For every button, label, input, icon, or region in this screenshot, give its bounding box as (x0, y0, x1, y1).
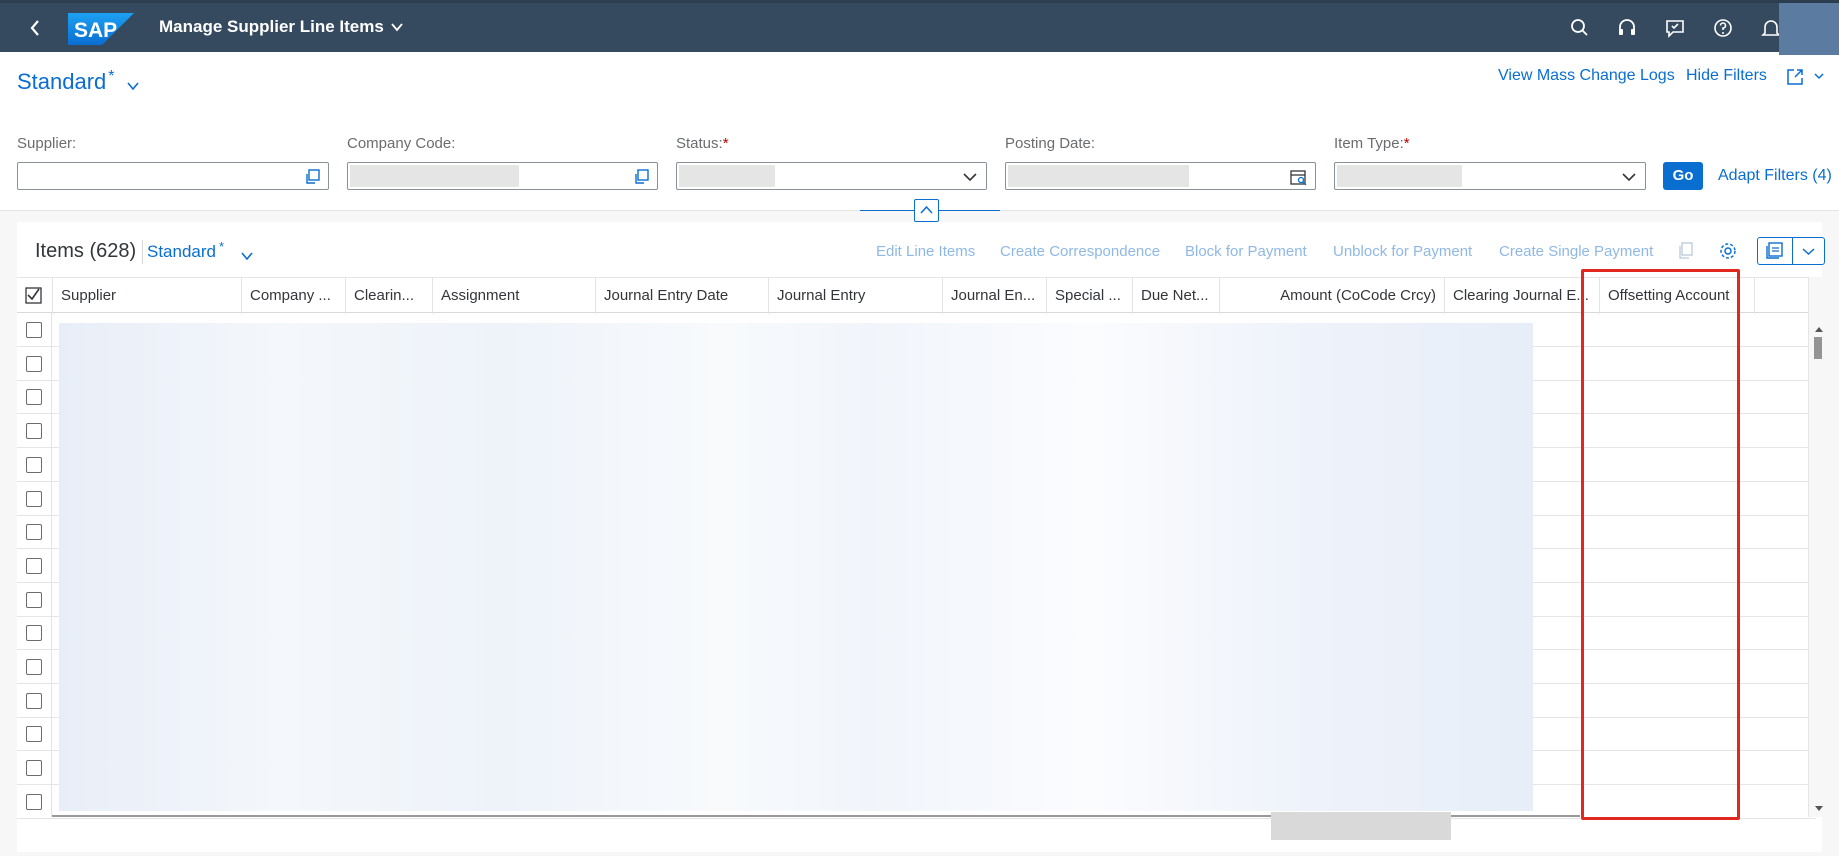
block-for-payment-button[interactable]: Block for Payment (1185, 243, 1307, 260)
create-correspondence-button[interactable]: Create Correspondence (1000, 243, 1160, 260)
chevron-down-icon[interactable] (126, 78, 140, 96)
row-checkbox[interactable] (26, 625, 42, 642)
export-icon (1766, 242, 1783, 259)
avatar[interactable] (1779, 3, 1839, 55)
column-header-journal-entry-date[interactable]: Journal Entry Date (596, 278, 769, 314)
chevron-down-icon[interactable] (390, 20, 404, 39)
headset-icon[interactable] (1616, 17, 1638, 39)
share-icon[interactable] (1785, 67, 1825, 92)
highlight-box (1581, 269, 1740, 820)
company-code-input[interactable] (347, 162, 658, 190)
collapse-header-button[interactable] (914, 199, 939, 222)
variant-management[interactable]: Standard * (17, 68, 115, 95)
logo-text: SAP (74, 19, 117, 42)
search-icon[interactable] (1569, 17, 1591, 39)
scroll-down-icon[interactable] (1814, 800, 1824, 818)
row-checkbox[interactable] (26, 726, 42, 743)
value-help-icon[interactable] (633, 169, 649, 190)
column-header-journal-entry[interactable]: Journal Entry (769, 278, 943, 314)
gear-icon[interactable] (1718, 241, 1738, 266)
horizontal-scroll-thumb[interactable] (1271, 812, 1451, 840)
chevron-down-icon[interactable] (240, 248, 254, 266)
copy-icon[interactable] (1678, 242, 1694, 265)
go-button[interactable]: Go (1663, 162, 1703, 190)
vertical-scroll-thumb[interactable] (1814, 337, 1822, 359)
variant-modified-marker: * (108, 68, 115, 85)
column-header-clearing-journal-entry[interactable]: Clearing Journal E... (1445, 278, 1600, 314)
help-icon[interactable] (1712, 17, 1734, 39)
masked-value (1008, 165, 1189, 187)
company-code-label: Company Code: (347, 135, 456, 152)
row-checkbox[interactable] (26, 793, 42, 810)
row-checkbox[interactable] (26, 490, 42, 507)
supplier-label: Supplier: (17, 135, 77, 152)
masked-value (1337, 165, 1462, 187)
variant-name: Standard (17, 69, 107, 94)
column-header-assignment[interactable]: Assignment (433, 278, 596, 314)
row-checkbox[interactable] (26, 322, 42, 338)
masked-value (350, 165, 519, 187)
required-marker: * (1403, 135, 1410, 152)
view-mass-change-logs-link[interactable]: View Mass Change Logs (1498, 67, 1675, 85)
export-menu-button[interactable] (1792, 237, 1825, 265)
hide-filters-link[interactable]: Hide Filters (1686, 67, 1767, 85)
divider (142, 240, 143, 264)
row-checkbox[interactable] (26, 659, 42, 675)
row-checkbox[interactable] (26, 591, 42, 608)
chevron-down-icon[interactable] (962, 169, 978, 190)
app-title[interactable]: Manage Supplier Line Items (159, 17, 384, 37)
masked-table-content (59, 323, 1533, 811)
shell-bar: SAP Manage Supplier Line Items (0, 0, 1839, 55)
unblock-for-payment-button[interactable]: Unblock for Payment (1333, 243, 1472, 260)
column-header-due-net[interactable]: Due Net... (1133, 278, 1220, 314)
row-checkbox[interactable] (26, 692, 42, 709)
supplier-input[interactable] (17, 162, 329, 190)
item-type-label: Item Type:* (1334, 135, 1410, 152)
table-header: Supplier Company ... Clearin... Assignme… (17, 277, 1816, 314)
variant-modified-marker: * (219, 239, 225, 254)
column-header-journal-entry-type[interactable]: Journal En... (943, 278, 1047, 314)
masked-value (679, 165, 775, 187)
table-variant-name: Standard (147, 242, 216, 261)
chevron-up-icon (920, 205, 933, 214)
row-checkbox[interactable] (26, 355, 42, 372)
adapt-filters-link[interactable]: Adapt Filters (4) (1718, 167, 1832, 185)
select-all-cell[interactable] (17, 278, 53, 314)
row-checkbox[interactable] (26, 760, 42, 777)
column-header-amount[interactable]: Amount (CoCode Crcy) (1220, 278, 1445, 314)
feedback-icon[interactable] (1664, 17, 1686, 39)
row-checkbox[interactable] (26, 423, 42, 440)
line-items-table: Supplier Company ... Clearin... Assignme… (17, 277, 1816, 819)
row-checkbox[interactable] (26, 524, 42, 541)
column-header-company-code[interactable]: Company ... (242, 278, 346, 314)
chevron-down-icon (1802, 248, 1815, 256)
row-checkbox[interactable] (26, 456, 42, 473)
row-checkbox[interactable] (26, 389, 42, 406)
posting-date-label: Posting Date: (1005, 135, 1096, 152)
column-header-clearing[interactable]: Clearin... (346, 278, 433, 314)
column-header-special-gl[interactable]: Special ... (1047, 278, 1133, 314)
posting-date-input[interactable] (1005, 162, 1316, 190)
required-marker: * (722, 135, 729, 152)
sap-logo[interactable]: SAP (68, 13, 134, 45)
select-all-checkbox-icon (25, 287, 42, 304)
table-variant-management[interactable]: Standard * (147, 239, 225, 262)
back-icon[interactable] (28, 17, 48, 39)
create-single-payment-button[interactable]: Create Single Payment (1499, 243, 1653, 260)
row-checkbox[interactable] (26, 557, 42, 574)
status-select[interactable] (676, 162, 987, 190)
status-label: Status:* (676, 135, 729, 152)
table-title: Items (628) (35, 240, 137, 262)
item-type-select[interactable] (1334, 162, 1646, 190)
column-header-supplier[interactable]: Supplier (53, 278, 242, 314)
chevron-down-icon[interactable] (1621, 169, 1637, 190)
value-help-icon[interactable] (304, 169, 320, 190)
scroll-up-icon[interactable] (1814, 320, 1824, 338)
export-button[interactable] (1757, 237, 1793, 265)
calendar-icon[interactable] (1290, 169, 1307, 191)
edit-line-items-button[interactable]: Edit Line Items (876, 243, 975, 260)
